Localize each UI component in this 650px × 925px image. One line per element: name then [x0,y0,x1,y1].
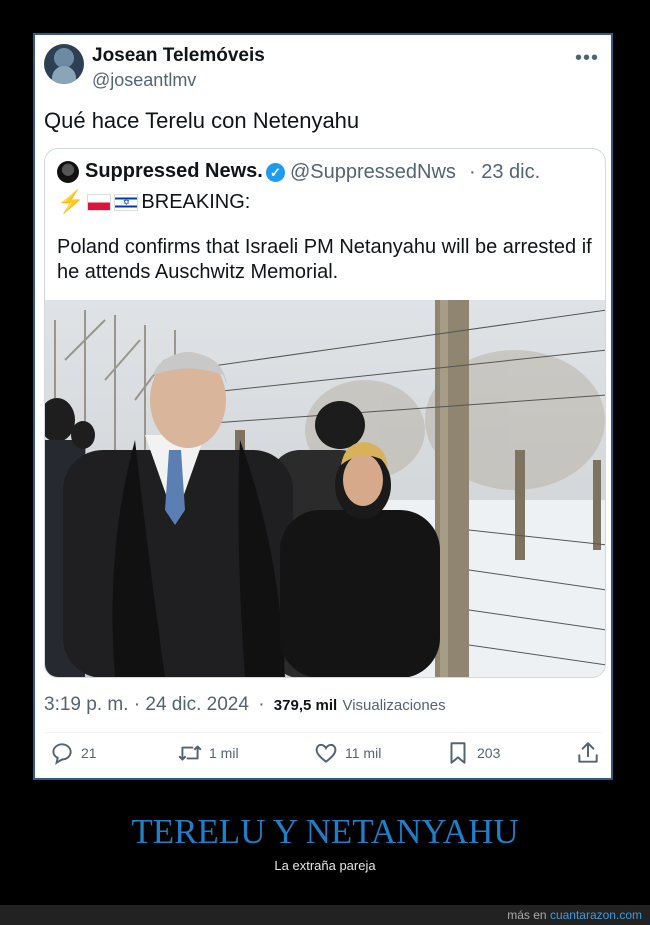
bottom-bar: más en cuantarazon.com [0,905,650,925]
quoted-body: Poland confirms that Israeli PM Netanyah… [57,236,592,283]
bookmark-button[interactable]: 203 [445,740,500,766]
reply-button[interactable]: 21 [49,740,97,766]
author-display-name[interactable]: Josean Telemóveis [92,45,265,67]
retweet-icon [178,745,202,761]
quoted-date[interactable]: · 23 dic. [469,161,540,184]
bookmark-count: 203 [477,745,501,761]
tweet-text: Qué hace Terelu con Netenyahu [44,108,360,133]
avatar[interactable] [44,44,84,84]
quoted-handle[interactable]: @SuppressedNws [290,161,456,184]
tweet-card: Josean Telemóveis @joseantlmv ••• Qué ha… [33,33,613,780]
separator-dot: · [258,694,265,715]
bookmark-icon [450,742,466,764]
quoted-avatar[interactable] [57,161,79,183]
tweet-actions: 21 1 mil 11 mil 203 [49,740,601,776]
verified-icon: ✓ [266,163,285,182]
like-button[interactable]: 11 mil [313,740,381,766]
views-count: 379,5 mil [273,697,338,714]
like-count: 11 mil [345,745,382,761]
more-dots-icon[interactable]: ••• [575,47,599,70]
retweet-button[interactable]: 1 mil [177,740,239,766]
site-link[interactable]: cuantarazon.com [550,908,642,922]
quoted-tweet[interactable]: Suppressed News. ✓ @SuppressedNws · 23 d… [44,148,606,678]
reply-icon [52,743,72,765]
quoted-photo[interactable] [45,300,606,678]
breaking-label: BREAKING: [141,190,251,213]
lightning-icon: ⚡ [57,189,85,214]
credit-prefix: más en [507,908,547,922]
heart-icon [315,743,337,763]
views-label: Visualizaciones [342,697,446,714]
quoted-breaking-line: ⚡ ✡ BREAKING: [57,189,250,215]
share-icon [578,742,598,763]
footer-title: TERELU Y NETANYAHU [131,812,519,851]
site-credit: más en cuantarazon.com [507,908,642,922]
reply-count: 21 [81,745,97,761]
footer-subtitle: La extraña pareja [274,858,376,873]
share-button[interactable] [575,740,601,766]
retweet-count: 1 mil [209,745,239,761]
poland-flag-icon [87,193,112,211]
tweet-timestamp[interactable]: 3:19 p. m. · 24 dic. 2024 · 379,5 mil Vi… [44,694,446,716]
divider [44,732,602,733]
quoted-display-name[interactable]: Suppressed News. [85,160,263,183]
timestamp-text[interactable]: 3:19 p. m. · 24 dic. 2024 [44,694,249,715]
author-handle[interactable]: @joseantlmv [92,70,196,91]
israel-flag-icon: ✡ [114,193,139,211]
